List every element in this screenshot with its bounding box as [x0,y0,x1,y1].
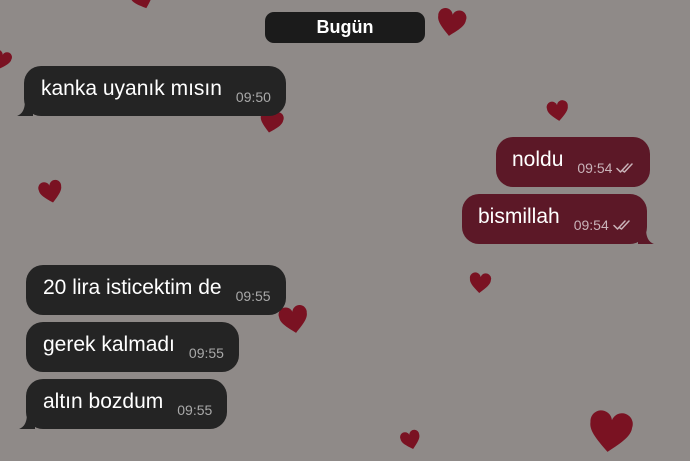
message-bubble-incoming[interactable]: 20 lira isticektim de 09:55 [26,265,286,315]
message-bubble-incoming[interactable]: gerek kalmadı 09:55 [26,322,239,372]
message-text: noldu [512,148,564,171]
double-check-icon [613,220,630,230]
bubble-tail [17,100,33,116]
heart-icon [590,410,633,452]
message-time: 09:54 [573,217,609,233]
heart-icon [469,272,492,293]
message-bubble-incoming[interactable]: kanka uyanık mısın 09:50 [17,66,286,116]
heart-icon [438,8,467,36]
message-text: kanka uyanık mısın [41,77,222,100]
message-time: 09:55 [235,288,271,304]
message-text: bismillah [478,205,560,228]
message-bubble-incoming[interactable]: altın bozdum 09:55 [19,379,228,429]
message-text: altın bozdum [43,390,164,413]
bubble-tail [637,228,654,244]
bubble-tail [19,413,35,429]
message-time: 09:50 [235,89,271,105]
heart-icon [546,100,568,121]
message-time: 09:54 [577,160,613,176]
message-bubble-outgoing[interactable]: noldu 09:54 [496,137,651,187]
message-text: gerek kalmadı [43,333,175,356]
message-text: 20 lira isticektim de [43,276,222,299]
message-bubble-outgoing[interactable]: bismillah 09:54 [462,194,654,244]
double-check-icon [616,163,634,173]
message-time: 09:55 [188,345,224,361]
heart-icon [0,49,12,69]
heart-icon [129,0,153,9]
date-separator: Bugün [265,12,425,43]
message-time: 09:55 [177,402,213,418]
heart-icon [400,429,420,449]
date-label: Bugün [316,17,374,37]
heart-icon [38,179,62,203]
